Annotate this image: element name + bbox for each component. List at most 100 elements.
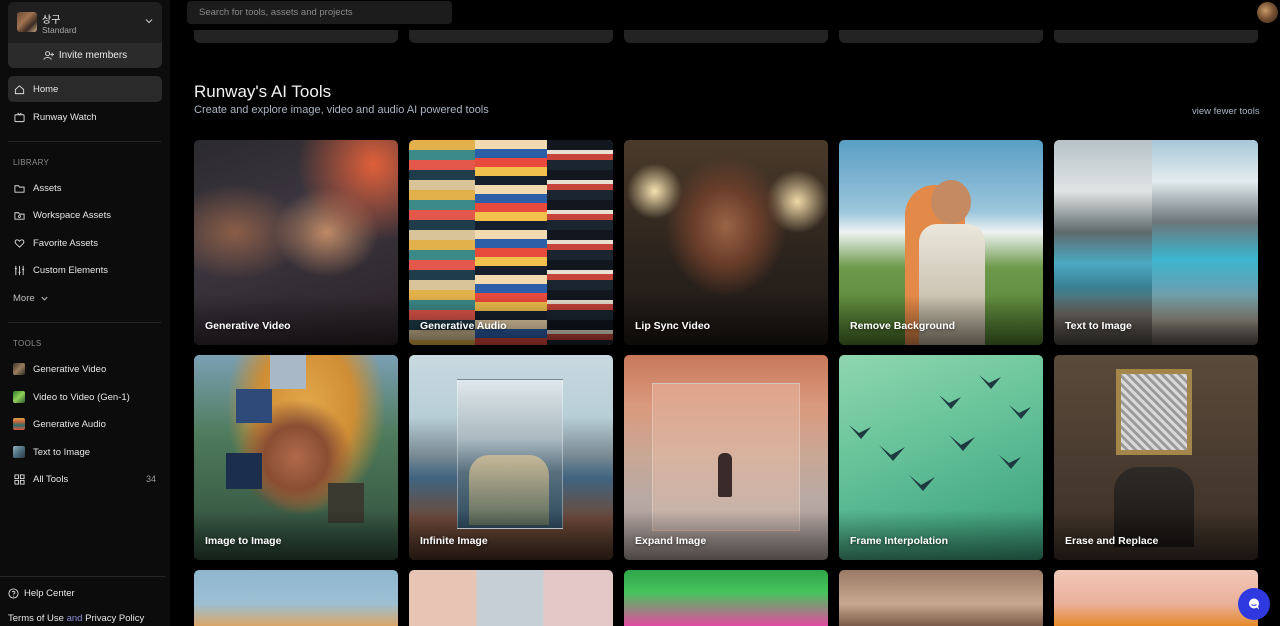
sidebar: 상구 Standard Invite members Home Runway W… — [0, 0, 170, 626]
tool-thumbnail — [13, 363, 25, 375]
add-user-icon — [43, 51, 54, 60]
heart-icon — [13, 237, 25, 249]
home-icon — [13, 83, 25, 95]
workspace-plan: Standard — [42, 25, 77, 35]
workspace-selector[interactable]: 상구 Standard — [8, 2, 162, 42]
sidebar-item-label: Assets — [33, 182, 62, 194]
tool-card[interactable] — [839, 570, 1043, 626]
help-center-label: Help Center — [24, 588, 75, 599]
sidebar-item-label: All Tools — [33, 473, 69, 485]
sliders-icon — [13, 264, 25, 276]
tool-card-lip-sync-video[interactable]: Lip Sync Video — [624, 140, 828, 345]
previous-card[interactable] — [1054, 30, 1258, 43]
mosaic-tile — [270, 355, 306, 389]
erased-frame — [1116, 369, 1192, 455]
nav-runway-watch[interactable]: Runway Watch — [8, 104, 162, 130]
previous-card[interactable] — [409, 30, 613, 43]
all-tools-count: 34 — [145, 474, 156, 484]
sidebar-item-label: Generative Audio — [33, 418, 106, 430]
tv-icon — [13, 111, 25, 123]
invite-members-label: Invite members — [58, 50, 128, 61]
sidebar-item-label: Workspace Assets — [33, 209, 111, 221]
nav-runway-watch-label: Runway Watch — [33, 111, 97, 123]
tool-card-expand-image[interactable]: Expand Image — [624, 355, 828, 560]
tool-thumbnail — [13, 418, 25, 430]
folder-icon — [13, 182, 25, 194]
chat-bubble-icon — [1249, 598, 1259, 610]
help-icon — [8, 588, 19, 599]
tool-card-erase-and-replace[interactable]: Erase and Replace — [1054, 355, 1258, 560]
sidebar-all-tools[interactable]: All Tools 34 — [8, 466, 162, 492]
section-title: Runway's AI Tools — [194, 82, 332, 101]
tool-card[interactable] — [624, 570, 828, 626]
search-input[interactable] — [187, 1, 452, 24]
tool-thumbnail — [13, 391, 25, 403]
nav-home[interactable]: Home — [8, 76, 162, 102]
sidebar-item-label: Text to Image — [33, 446, 91, 458]
mosaic-tile — [226, 453, 262, 489]
search-bar — [187, 1, 452, 24]
tool-card-label: Image to Image — [205, 535, 282, 547]
invite-members-button[interactable]: Invite members — [8, 43, 162, 68]
tool-card-infinite-image[interactable]: Infinite Image — [409, 355, 613, 560]
tool-card[interactable] — [194, 570, 398, 626]
tools-heading: TOOLS — [13, 339, 42, 348]
figure-head — [931, 180, 971, 224]
sidebar-divider — [0, 576, 165, 577]
legal-links: Terms of Use and Privacy Policy — [8, 613, 144, 624]
tool-card-label: Remove Background — [850, 320, 956, 332]
tool-card-label: Generative Audio — [420, 320, 507, 332]
support-chat-button[interactable] — [1238, 588, 1270, 620]
sidebar-item-assets[interactable]: Assets — [8, 175, 162, 201]
chevron-down-icon — [145, 19, 153, 24]
more-label: More — [13, 292, 35, 304]
sidebar-divider — [8, 141, 161, 142]
sidebar-tool-generative-video[interactable]: Generative Video — [8, 356, 162, 382]
sidebar-item-label: Video to Video (Gen-1) — [33, 391, 130, 403]
sidebar-item-custom-elements[interactable]: Custom Elements — [8, 257, 162, 283]
tool-card-label: Lip Sync Video — [635, 320, 711, 332]
tool-card-label: Frame Interpolation — [850, 535, 949, 547]
tool-card-remove-background[interactable]: Remove Background — [839, 140, 1043, 345]
sidebar-item-label: Custom Elements — [33, 264, 108, 276]
grid-icon — [13, 473, 25, 485]
tool-thumbnail — [13, 446, 25, 458]
workspace-name: 상구 — [42, 15, 61, 26]
sidebar-item-label: Favorite Assets — [33, 237, 98, 249]
more-toggle[interactable]: More — [8, 285, 162, 311]
tool-card-frame-interpolation[interactable]: Frame Interpolation — [839, 355, 1043, 560]
tool-card-label: Infinite Image — [420, 535, 488, 547]
user-avatar[interactable] — [1257, 2, 1278, 23]
nav-home-label: Home — [33, 83, 59, 95]
tool-card-label: Erase and Replace — [1065, 535, 1159, 547]
sidebar-tool-video-to-video[interactable]: Video to Video (Gen-1) — [8, 384, 162, 410]
tool-card-image-to-image[interactable]: Image to Image — [194, 355, 398, 560]
tool-card[interactable] — [409, 570, 613, 626]
tool-card-generative-video[interactable]: Generative Video — [194, 140, 398, 345]
workspace-avatar — [17, 12, 37, 32]
previous-card[interactable] — [839, 30, 1043, 43]
tool-card-label: Generative Video — [205, 320, 291, 332]
section-subtitle: Create and explore image, video and audi… — [194, 104, 489, 116]
workspace-switcher: 상구 Standard Invite members — [8, 2, 162, 68]
tool-card-label: Expand Image — [635, 535, 707, 547]
sidebar-item-label: Generative Video — [33, 363, 107, 375]
sidebar-tool-text-to-image[interactable]: Text to Image — [8, 439, 162, 465]
view-fewer-tools-link[interactable]: view fewer tools — [1192, 106, 1260, 117]
tool-card-text-to-image[interactable]: Text to Image — [1054, 140, 1258, 345]
standing-figure — [718, 453, 732, 497]
library-heading: LIBRARY — [13, 158, 50, 167]
tool-card-generative-audio[interactable]: Generative Audio — [409, 140, 613, 345]
legal-conjunction: and — [66, 613, 83, 624]
previous-card[interactable] — [194, 30, 398, 43]
sidebar-item-favorite-assets[interactable]: Favorite Assets — [8, 230, 162, 256]
previous-card[interactable] — [624, 30, 828, 43]
sidebar-item-workspace-assets[interactable]: Workspace Assets — [8, 202, 162, 228]
mosaic-tile — [236, 389, 272, 423]
terms-link[interactable]: Terms of Use — [8, 613, 64, 624]
privacy-link[interactable]: Privacy Policy — [85, 613, 144, 624]
sidebar-tool-generative-audio[interactable]: Generative Audio — [8, 411, 162, 437]
help-center-link[interactable]: Help Center — [8, 588, 75, 599]
tool-card[interactable] — [1054, 570, 1258, 626]
shared-folder-icon — [13, 209, 25, 221]
